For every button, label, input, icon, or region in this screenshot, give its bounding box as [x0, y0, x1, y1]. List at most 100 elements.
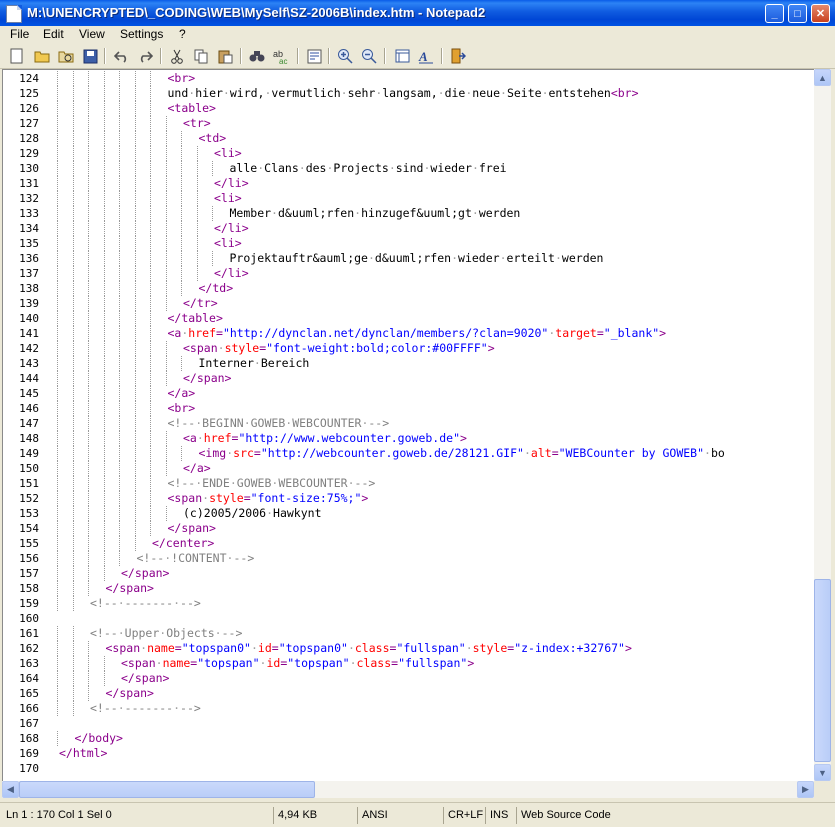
code-line[interactable]: 156 <!--·!CONTENT·-->	[3, 551, 815, 566]
code-line[interactable]: 157 </span>	[3, 566, 815, 581]
code-line[interactable]: 137 </li>	[3, 266, 815, 281]
close-button[interactable]: ✕	[811, 4, 830, 23]
status-eol[interactable]: CR+LF	[444, 807, 486, 824]
code-line[interactable]: 169 </html>	[3, 746, 815, 761]
cut-icon[interactable]	[168, 47, 186, 65]
font-icon[interactable]: A	[417, 47, 435, 65]
paste-icon[interactable]	[216, 47, 234, 65]
notepad-app-icon[interactable]	[6, 5, 22, 23]
code-line[interactable]: 164 </span>	[3, 671, 815, 686]
indent-guide	[57, 206, 58, 221]
menu-help[interactable]: ?	[179, 27, 186, 41]
code-line[interactable]: 145 </a>	[3, 386, 815, 401]
zoom-out-icon[interactable]	[360, 47, 378, 65]
code-line[interactable]: 148 <a·href="http://www.webcounter.goweb.…	[3, 431, 815, 446]
code-line[interactable]: 135 <li>	[3, 236, 815, 251]
code-editor[interactable]: 124 <br> 125 und·hier·wird,·vermutlich·sehr…	[2, 69, 815, 782]
code-line[interactable]: 155 </center>	[3, 536, 815, 551]
code-line[interactable]: 133 Member·d&uuml;rfen·hinzugef&uuml;gt·w…	[3, 206, 815, 221]
indent-guide	[57, 641, 58, 656]
maximize-button[interactable]: □	[788, 4, 807, 23]
replace-icon[interactable]: ab ac	[272, 47, 290, 65]
code-line[interactable]: 162 <span·name="topspan0"·id="topspan0"·c…	[3, 641, 815, 656]
code-line[interactable]: 142 <span·style="font-weight:bold;color:#…	[3, 341, 815, 356]
redo-icon[interactable]	[136, 47, 154, 65]
code-line[interactable]: 153 (c)2005/2006·Hawkynt	[3, 506, 815, 521]
save-icon[interactable]	[81, 47, 99, 65]
code-line[interactable]: 126 <table>	[3, 101, 815, 116]
code-line[interactable]: 125 und·hier·wird,·vermutlich·sehr·langsa…	[3, 86, 815, 101]
menu-view[interactable]: View	[79, 27, 105, 41]
code-line[interactable]: 136 Projektauftr&auml;ge·d&uuml;rfen·wied…	[3, 251, 815, 266]
code-line[interactable]: 141 <a·href="http://dynclan.net/dynclan/m…	[3, 326, 815, 341]
code-line[interactable]: 160	[3, 611, 815, 626]
code-line[interactable]: 168 </body>	[3, 731, 815, 746]
code-line[interactable]: 152 <span·style="font-size:75%;">	[3, 491, 815, 506]
title-bar[interactable]: M:\UNENCRYPTED\_CODING\WEB\MySelf\SZ-200…	[0, 0, 835, 26]
indent-guide	[134, 296, 136, 311]
code-line[interactable]: 140 </table>	[3, 311, 815, 326]
code-line[interactable]: 143 Interner·Bereich	[3, 356, 815, 371]
minimize-button[interactable]: _	[765, 4, 784, 23]
vertical-scrollbar[interactable]: ▲ ▼	[814, 69, 831, 781]
code-line[interactable]: 131 </li>	[3, 176, 815, 191]
indent-guide	[72, 371, 74, 386]
status-scheme[interactable]: Web Source Code	[517, 807, 835, 824]
scheme-icon[interactable]	[393, 47, 411, 65]
code-line[interactable]: 138 </td>	[3, 281, 815, 296]
menu-file[interactable]: File	[10, 27, 29, 41]
code-line[interactable]: 150 </a>	[3, 461, 815, 476]
code-line[interactable]: 149 <img·src="http://webcounter.goweb.de/…	[3, 446, 815, 461]
open-file-icon[interactable]	[33, 47, 51, 65]
code-line[interactable]: 139 </tr>	[3, 296, 815, 311]
scroll-left-button[interactable]: ◀	[2, 781, 19, 798]
code-line[interactable]: 130 alle·Clans·des·Projects·sind·wieder·f…	[3, 161, 815, 176]
horizontal-scroll-thumb[interactable]	[19, 781, 315, 798]
scroll-right-button[interactable]: ▶	[797, 781, 814, 798]
zoom-in-icon[interactable]	[336, 47, 354, 65]
scroll-up-button[interactable]: ▲	[814, 69, 831, 86]
undo-icon[interactable]	[112, 47, 130, 65]
code-line[interactable]: 128 <td>	[3, 131, 815, 146]
code-line[interactable]: 170	[3, 761, 815, 776]
status-encoding[interactable]: ANSI	[358, 807, 444, 824]
code-line[interactable]: 132 <li>	[3, 191, 815, 206]
code-area[interactable]: 124 <br> 125 und·hier·wird,·vermutlich·sehr…	[3, 70, 815, 782]
code-line[interactable]: 159 <!--·-------·-->	[3, 596, 815, 611]
line-number: 142	[19, 342, 39, 355]
scroll-down-button[interactable]: ▼	[814, 764, 831, 781]
indent-guide	[119, 176, 120, 191]
browse-icon[interactable]	[57, 47, 75, 65]
code-line[interactable]: 151 <!--·ENDE·GOWEB·WEBCOUNTER·-->	[3, 476, 815, 491]
code-line[interactable]: 161 <!--·Upper·Objects·-->	[3, 626, 815, 641]
copy-icon[interactable]	[192, 47, 210, 65]
exit-icon[interactable]	[449, 47, 467, 65]
horizontal-scrollbar[interactable]: ◀ ▶	[2, 781, 814, 798]
new-file-icon[interactable]	[8, 47, 26, 65]
code-line[interactable]: 154 </span>	[3, 521, 815, 536]
menu-settings[interactable]: Settings	[120, 27, 163, 41]
code-line[interactable]: 158 </span>	[3, 581, 815, 596]
indent-guide	[72, 131, 74, 146]
code-line[interactable]: 144 </span>	[3, 371, 815, 386]
code-line[interactable]: 167	[3, 716, 815, 731]
find-icon[interactable]	[248, 47, 266, 65]
code-line[interactable]: 165 </span>	[3, 686, 815, 701]
code-line[interactable]: 166 <!--·-------·-->	[3, 701, 815, 716]
menu-edit[interactable]: Edit	[43, 27, 64, 41]
indent-guide	[88, 641, 89, 656]
code-line[interactable]: 124 <br>	[3, 71, 815, 86]
code-line[interactable]: 129 <li>	[3, 146, 815, 161]
svg-text:A: A	[418, 49, 428, 64]
code-line[interactable]: 163 <span·name="topspan"·id="topspan"·cla…	[3, 656, 815, 671]
vertical-scroll-thumb[interactable]	[814, 579, 831, 762]
line-number: 159	[19, 597, 39, 610]
code-line[interactable]: 134 </li>	[3, 221, 815, 236]
word-wrap-icon[interactable]	[305, 47, 323, 65]
code-line[interactable]: 147 <!--·BEGINN·GOWEB·WEBCOUNTER·-->	[3, 416, 815, 431]
code-line[interactable]: 127 <tr>	[3, 116, 815, 131]
code-text: <span·style="font-weight:bold;color:#00F…	[183, 341, 495, 355]
status-mode[interactable]: INS	[486, 807, 517, 824]
indent-guide	[150, 161, 151, 176]
code-line[interactable]: 146 <br>	[3, 401, 815, 416]
